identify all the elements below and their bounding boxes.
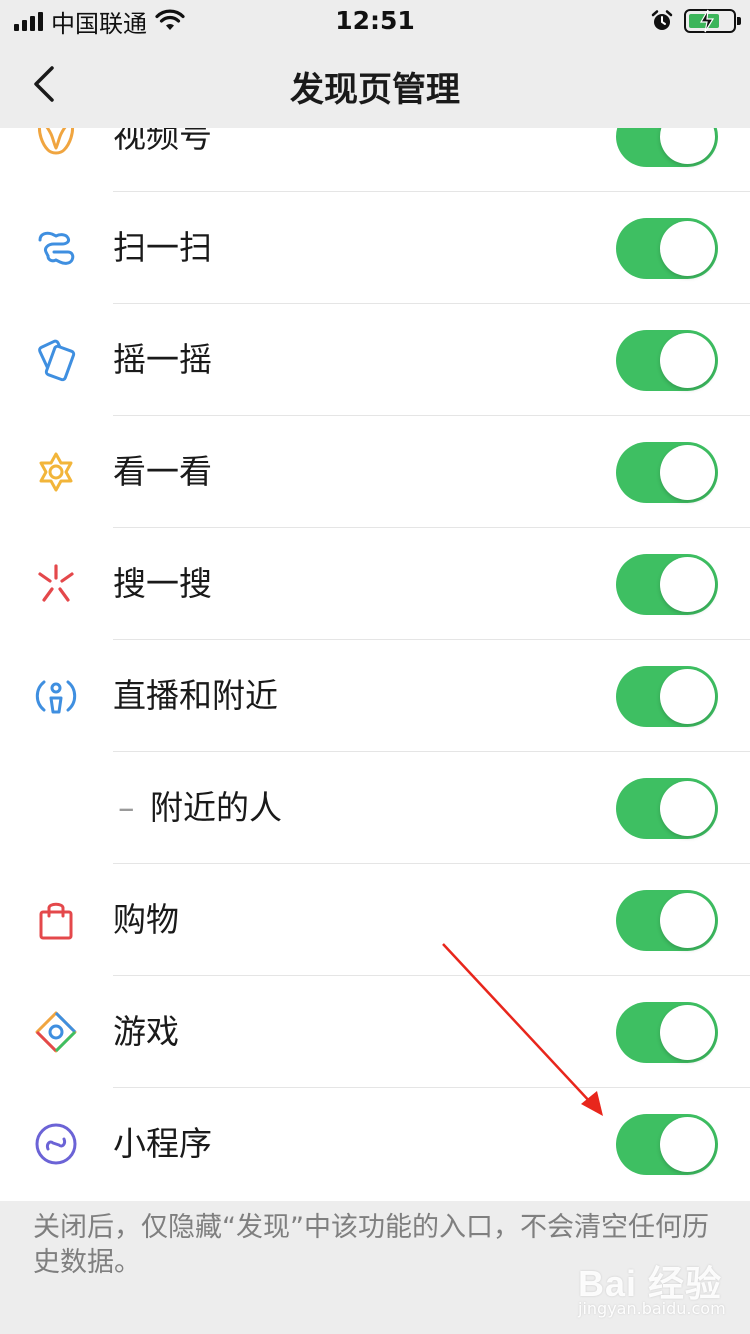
battery-charging-icon <box>684 9 741 33</box>
toggle-switch[interactable] <box>616 554 718 615</box>
status-time: 12:51 <box>335 6 415 35</box>
alarm-clock-icon <box>651 10 673 30</box>
list-scroll-content: 视频号 扫一扫 摇一摇 看一看 搜一搜 直播和附近 – 附近的人 购物 游戏 小… <box>0 128 750 1200</box>
toggle-switch[interactable] <box>616 666 718 727</box>
item-label: 扫一扫 <box>113 228 212 267</box>
list-item: 扫一扫 <box>0 192 750 304</box>
shake-icon <box>38 339 76 382</box>
list-item: 购物 <box>0 864 750 976</box>
live-nearby-icon <box>35 680 77 714</box>
item-label: 视频号 <box>113 128 212 155</box>
toggle-switch[interactable] <box>616 890 718 951</box>
list-item-sub: – 附近的人 <box>0 752 750 864</box>
search-burst-icon <box>38 564 74 602</box>
item-label: 购物 <box>113 900 179 939</box>
toggle-switch[interactable] <box>616 330 718 391</box>
games-icon <box>35 1011 77 1053</box>
item-label: 摇一摇 <box>113 340 212 379</box>
item-label: 附近的人 <box>150 788 282 827</box>
sub-item-dash: – <box>118 788 135 827</box>
top-stories-icon <box>39 452 73 492</box>
channels-icon <box>38 128 74 155</box>
page-title: 发现页管理 <box>290 70 460 110</box>
toggle-switch[interactable] <box>616 1114 718 1175</box>
item-label: 看一看 <box>113 452 212 491</box>
list-item: 看一看 <box>0 416 750 528</box>
item-label: 直播和附近 <box>113 676 278 715</box>
nav-bar: 发现页管理 <box>0 40 750 128</box>
scan-icon <box>38 231 75 265</box>
toggle-switch[interactable] <box>616 778 718 839</box>
toggle-switch[interactable] <box>616 1002 718 1063</box>
toggle-switch[interactable] <box>616 442 718 503</box>
list-item: 视频号 <box>0 128 750 192</box>
list-item: 游戏 <box>0 976 750 1088</box>
toggle-switch[interactable] <box>616 218 718 279</box>
watermark-logo: Bai 经验 jingyan.baidu.com <box>578 1255 728 1327</box>
item-label: 游戏 <box>113 1012 179 1051</box>
discover-settings-list: 视频号 扫一扫 摇一摇 看一看 搜一搜 直播和附近 – 附近的人 购物 游戏 小… <box>0 128 750 1201</box>
watermark-sub: jingyan.baidu.com <box>578 1299 726 1318</box>
list-item: 直播和附近 <box>0 640 750 752</box>
mini-programs-icon <box>35 1123 77 1165</box>
item-label: 搜一搜 <box>113 564 212 603</box>
list-item: 搜一搜 <box>0 528 750 640</box>
toggle-switch[interactable] <box>616 128 718 167</box>
shopping-bag-icon <box>39 902 73 940</box>
list-item: 摇一摇 <box>0 304 750 416</box>
status-bar: 中国联通 12:51 <box>0 0 750 40</box>
item-label: 小程序 <box>113 1124 212 1163</box>
list-item: 小程序 <box>0 1088 750 1200</box>
status-right <box>650 6 741 36</box>
